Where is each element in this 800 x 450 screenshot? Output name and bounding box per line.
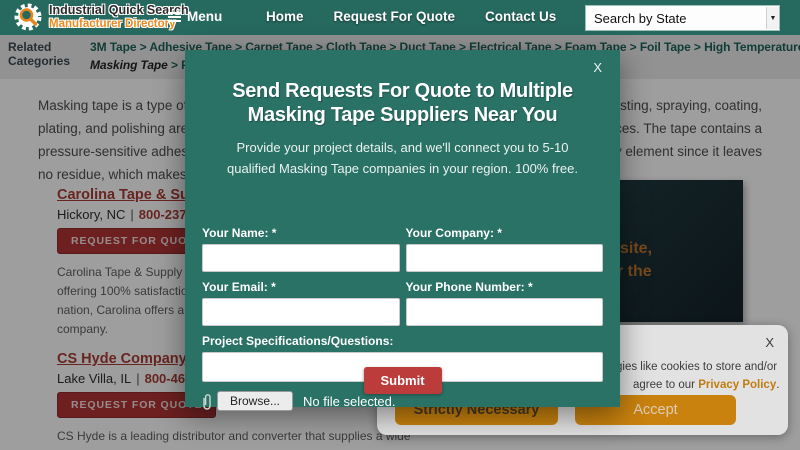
nav-request-for-quote[interactable]: Request For Quote (334, 9, 456, 24)
submit-button[interactable]: Submit (363, 367, 442, 394)
company-field[interactable] (405, 244, 603, 272)
privacy-policy-link[interactable]: Privacy Policy (698, 379, 776, 391)
rfq-modal: X Send Requests For Quote to Multiple Ma… (185, 50, 620, 411)
page: Related Categories 3M TapeAdhesive TapeC… (0, 0, 800, 450)
cookie-text-line: agree to our Privacy Policy. (633, 379, 779, 391)
cookie-text-fragment: . (776, 379, 780, 391)
no-file-text: No file selected. (303, 393, 396, 409)
browse-button[interactable]: Browse... (217, 391, 294, 411)
name-field[interactable] (202, 244, 400, 272)
modal-title: Send Requests For Quote to Multiple Mask… (232, 80, 573, 126)
paperclip-icon (203, 393, 211, 410)
cookie-close-icon[interactable]: X (765, 335, 774, 350)
hamburger-icon (168, 11, 181, 14)
menu-button[interactable]: Menu (168, 9, 222, 24)
site-logo[interactable]: Industrial Quick Search Manufacturer Dir… (13, 2, 189, 32)
search-by-state-select[interactable]: Search by State ▼ (585, 5, 780, 31)
menu-label: Menu (187, 9, 223, 24)
cookie-text-fragment: agree to our (633, 379, 699, 391)
chevron-down-icon: ▼ (766, 7, 779, 29)
modal-subtitle: Provide your project details, and we'll … (227, 140, 578, 176)
nav-home[interactable]: Home (266, 9, 304, 24)
email-label: Your Email: * (202, 280, 276, 294)
email-field[interactable] (202, 298, 400, 326)
phone-field[interactable] (405, 298, 603, 326)
name-label: Your Name: * (202, 226, 277, 240)
select-value: Search by State (594, 10, 687, 26)
company-label: Your Company: * (405, 226, 502, 240)
gear-magnifier-icon (14, 3, 42, 31)
site-header: Industrial Quick Search Manufacturer Dir… (0, 0, 800, 35)
specs-label: Project Specifications/Questions: (202, 334, 394, 348)
cookie-text-fragment: gies like cookies to store and/or (616, 361, 778, 373)
phone-label: Your Phone Number: * (405, 280, 533, 294)
modal-close-icon[interactable]: X (593, 60, 602, 75)
file-upload-row: Browse... No file selected. (202, 391, 603, 411)
nav-contact-us[interactable]: Contact Us (485, 9, 556, 24)
